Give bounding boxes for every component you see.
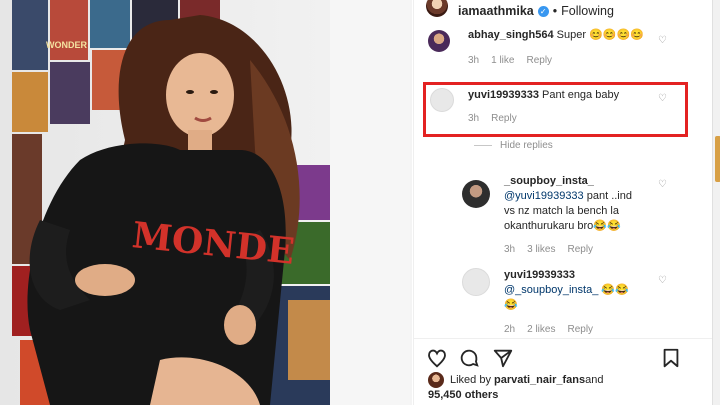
liked-by-count[interactable]: 95,450 others — [428, 389, 498, 401]
reply-text-line1: pant ..ind — [583, 190, 632, 202]
verified-badge-icon: ✓ — [537, 5, 549, 17]
reply-likes[interactable]: 3 likes — [527, 244, 555, 255]
reply-reply-button[interactable]: Reply — [567, 324, 593, 335]
reply-time[interactable]: 2h — [504, 324, 515, 335]
reply-item: yuvi19939333 @_soupboy_insta_ 😂😂 😂 2h 2 … — [414, 264, 712, 336]
comment-meta: 3h 1 like Reply — [468, 55, 552, 66]
reply-text-line2: 😂 — [504, 299, 518, 311]
author-avatar[interactable] — [426, 0, 448, 17]
reply-meta: 3h 3 likes Reply — [504, 244, 593, 255]
poster-text: WONDER — [46, 40, 87, 50]
hide-replies-button[interactable]: Hide replies — [474, 140, 553, 151]
reply-text-line3: okanthurukaru bro😂😂 — [504, 220, 621, 232]
hide-replies-line — [474, 145, 492, 146]
reply-avatar[interactable] — [462, 180, 490, 208]
reply-meta: 2h 2 likes Reply — [504, 324, 593, 335]
like-heart-icon[interactable] — [426, 347, 448, 369]
reply-item: _soupboy_insta_ @yuvi19939333 pant ..ind… — [414, 172, 712, 260]
follow-status-button[interactable]: Following — [561, 4, 614, 18]
reply-text-line1: 😂😂 — [598, 284, 629, 296]
comment-username[interactable]: abhay_singh564 — [468, 29, 554, 41]
comment-time[interactable]: 3h — [468, 55, 479, 66]
comment-item: abhay_singh564 Super 😊😊😊😊 3h 1 like Repl… — [414, 24, 712, 74]
share-icon[interactable] — [492, 347, 514, 369]
reply-body: _soupboy_insta_ @yuvi19939333 pant ..ind… — [504, 174, 684, 234]
reply-username[interactable]: yuvi19939333 — [504, 269, 575, 281]
liked-by-and: and — [585, 374, 604, 386]
comment-reply-button[interactable]: Reply — [526, 55, 552, 66]
reply-avatar[interactable] — [462, 268, 490, 296]
reply-mention[interactable]: @yuvi19939333 — [504, 190, 584, 202]
edge-marker — [715, 136, 720, 182]
author-username[interactable]: iamaathmika — [458, 4, 534, 18]
liked-by-prefix: Liked by — [450, 374, 491, 386]
commenter-avatar[interactable] — [428, 30, 450, 52]
reply-username[interactable]: _soupboy_insta_ — [504, 175, 594, 187]
comment-likes[interactable]: 1 like — [491, 55, 514, 66]
post-photo-illustration: WONDER MONDE — [0, 0, 412, 405]
likes-summary: Liked by parvati_nair_fans and 95,450 ot… — [428, 372, 603, 402]
hide-replies-label: Hide replies — [500, 140, 553, 151]
reply-time[interactable]: 3h — [504, 244, 515, 255]
window-edge — [712, 0, 720, 405]
liker-avatar[interactable] — [428, 372, 444, 388]
reply-likes[interactable]: 2 likes — [527, 324, 555, 335]
heart-icon[interactable]: ♡ — [658, 180, 668, 190]
highlight-box — [423, 82, 688, 137]
comment-bubble-icon[interactable] — [458, 347, 480, 369]
reply-mention[interactable]: @_soupboy_insta_ — [504, 284, 598, 296]
comment-body: abhay_singh564 Super 😊😊😊😊 — [468, 28, 644, 43]
liked-by-user[interactable]: parvati_nair_fans — [494, 373, 585, 387]
post-photo[interactable]: WONDER MONDE — [0, 0, 412, 405]
header-separator: • — [552, 4, 558, 18]
reply-reply-button[interactable]: Reply — [567, 244, 593, 255]
comment-text: Super 😊😊😊😊 — [556, 29, 644, 41]
reply-text-line2: vs nz match la bench la — [504, 205, 619, 217]
heart-icon[interactable]: ♡ — [658, 36, 668, 46]
reply-body: yuvi19939333 @_soupboy_insta_ 😂😂 😂 — [504, 268, 684, 313]
comments-panel: iamaathmika ✓ • Following abhay_singh564… — [413, 0, 712, 405]
action-bar — [414, 338, 712, 372]
heart-icon[interactable]: ♡ — [658, 276, 668, 286]
post-header: iamaathmika ✓ • Following — [414, 0, 712, 22]
bookmark-icon[interactable] — [660, 347, 682, 369]
